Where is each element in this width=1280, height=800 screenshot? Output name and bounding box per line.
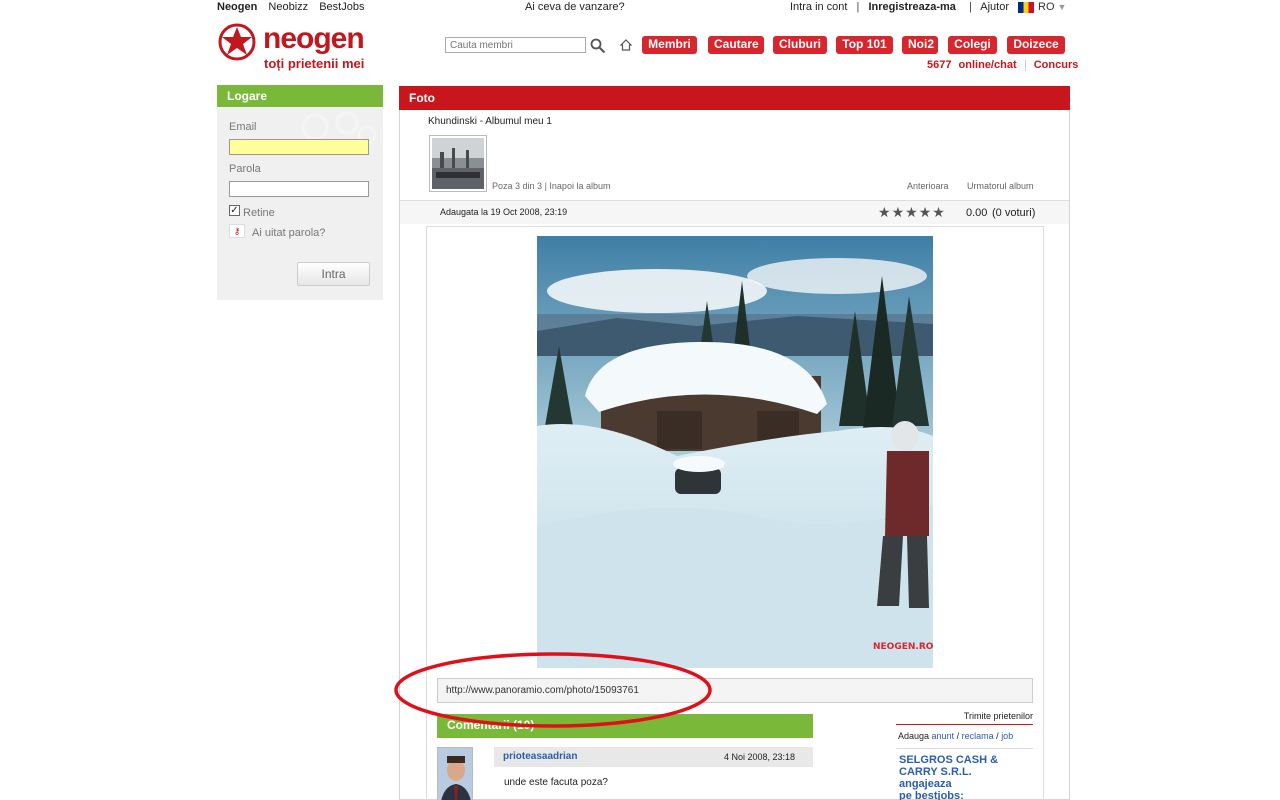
add-ad-link[interactable]: anunt [932, 731, 955, 741]
photo-position: Poza 3 din 3 | Inapoi la album [492, 181, 610, 191]
link-sell[interactable]: Ai ceva de vanzare? [525, 1, 625, 13]
nav-colegi[interactable]: Colegi [948, 36, 997, 54]
separator: | [968, 1, 972, 13]
star-icon[interactable]: ★ [878, 204, 891, 220]
back-to-album-link[interactable]: Inapoi la album [549, 181, 610, 191]
ad-line: CARRY S.R.L. [899, 766, 972, 778]
nav-membri[interactable]: Membri [642, 36, 697, 54]
password-field[interactable] [229, 181, 369, 197]
thumbnail-image [432, 138, 484, 189]
added-date: Adaugata la 19 Oct 2008, 23:19 [440, 207, 568, 217]
email-field[interactable] [229, 139, 369, 155]
avatar [438, 748, 472, 800]
register-link[interactable]: Inregistreaza-ma [868, 1, 955, 13]
info-strip: Adaugata la 19 Oct 2008, 23:19 ★★★★★ 0.0… [400, 200, 1069, 224]
search-icon[interactable] [590, 38, 606, 54]
photo-url: http://www.panoramio.com/photo/15093761 [437, 678, 1033, 703]
star-icon[interactable]: ★ [919, 204, 932, 220]
link-bestjobs[interactable]: BestJobs [319, 1, 364, 13]
add-job-link[interactable]: job [1001, 731, 1013, 741]
photo-frame: NEOGEN.RO http://www.panoramio.com/photo… [426, 226, 1044, 800]
romania-flag-icon [1018, 1, 1034, 13]
ad-line: SELGROS CASH & [899, 754, 999, 766]
star-icon[interactable]: ★ [905, 204, 918, 220]
ad-line: pe bestjobs: [899, 790, 964, 800]
ad-divider [896, 748, 1033, 749]
send-to-friends[interactable]: Trimite prietenilor [896, 711, 1033, 725]
album-title[interactable]: Khundinski - Albumul meu 1 [428, 116, 552, 127]
logo-wordmark: neogen [263, 22, 365, 55]
login-box: Logare Email Parola ✓ Retine ⚷ Ai uitat … [217, 85, 383, 300]
comment-avatar[interactable] [437, 747, 473, 800]
main-photo[interactable]: NEOGEN.RO [537, 236, 933, 668]
add-prefix: Adauga [898, 731, 930, 741]
comment-date: 4 Noi 2008, 23:18 [724, 752, 796, 762]
foto-panel: Khundinski - Albumul meu 1 Poza 3 din 3 … [399, 110, 1070, 800]
nav-cluburi[interactable]: Cluburi [773, 36, 827, 54]
key-icon: ⚷ [229, 224, 245, 238]
login-body: Email Parola ✓ Retine ⚷ Ai uitat parola?… [217, 107, 383, 300]
star-icon[interactable]: ★ [932, 204, 945, 220]
star-icon[interactable]: ★ [892, 204, 905, 220]
remember-label: Retine [243, 207, 275, 219]
nav-top101[interactable]: Top 101 [836, 36, 893, 54]
search-input[interactable] [445, 37, 586, 53]
divider: | [544, 181, 547, 191]
album-thumbnail[interactable] [429, 135, 487, 192]
foto-title: Foto [399, 86, 1070, 110]
link-neobizz[interactable]: Neobizz [268, 1, 308, 13]
comment-author-link[interactable]: prioteasaadrian [503, 751, 577, 762]
nav-cautare[interactable]: Cautare [708, 36, 764, 54]
password-label: Parola [229, 163, 261, 175]
add-links: Adauga anunt / reclama / job [898, 731, 1013, 741]
chevron-down-icon: ▼ [1057, 2, 1067, 12]
language-selector[interactable]: RO ▼ [1018, 1, 1066, 13]
job-ad[interactable]: SELGROS CASH & CARRY S.R.L. angajeaza pe… [899, 754, 1029, 800]
login-title: Logare [217, 85, 383, 107]
slash: / [996, 731, 999, 741]
login-button[interactable]: Intra [297, 262, 370, 286]
star-logo-icon [218, 23, 256, 61]
slash: / [956, 731, 960, 741]
login-link[interactable]: Intra in cont [790, 1, 847, 13]
logo-tagline: toți prietenii mei [264, 56, 365, 71]
comment-text: unde este facuta poza? [504, 777, 608, 788]
nav-doizece[interactable]: Doizece [1007, 36, 1065, 54]
logo[interactable]: neogen toți prietenii mei [217, 22, 377, 74]
help-link[interactable]: Ajutor [980, 1, 1009, 13]
online-status: 5677 online/chat Concurs [927, 59, 1078, 71]
divider [1024, 59, 1026, 71]
ad-line: angajeaza [899, 778, 952, 790]
vote-count: (0 voturi) [992, 207, 1036, 219]
next-album-link[interactable]: Urmatorul album [967, 181, 1034, 191]
online-chat-link[interactable]: online/chat [959, 59, 1017, 71]
rating-stars[interactable]: ★★★★★ [878, 204, 946, 221]
separator: | [856, 1, 860, 13]
language-label: RO [1038, 1, 1055, 13]
position-label: Poza 3 din 3 [492, 181, 543, 191]
email-label: Email [229, 121, 257, 133]
rating-value: 0.00 [966, 207, 988, 219]
link-neogen[interactable]: Neogen [217, 1, 257, 13]
online-count: 5677 [927, 59, 952, 71]
nav-noi2[interactable]: Noi2 [902, 36, 938, 54]
comments-title: Comentarii (10) [437, 714, 813, 738]
previous-link[interactable]: Anterioara [907, 181, 949, 191]
add-promo-link[interactable]: reclama [962, 731, 994, 741]
account-links: Intra in cont | Inregistreaza-ma | Ajuto… [790, 1, 1009, 13]
contest-link[interactable]: Concurs [1034, 59, 1079, 71]
photo-watermark: NEOGEN.RO [873, 642, 933, 652]
forgot-password-link[interactable]: Ai uitat parola? [252, 227, 325, 239]
send-to-friends-label: Trimite prietenilor [963, 711, 1033, 721]
remember-checkbox[interactable]: ✓ [229, 205, 240, 216]
comment-header: prioteasaadrian 4 Noi 2008, 23:18 [494, 747, 813, 767]
home-icon[interactable] [620, 39, 632, 51]
top-links: Neogen Neobizz BestJobs [217, 1, 364, 13]
